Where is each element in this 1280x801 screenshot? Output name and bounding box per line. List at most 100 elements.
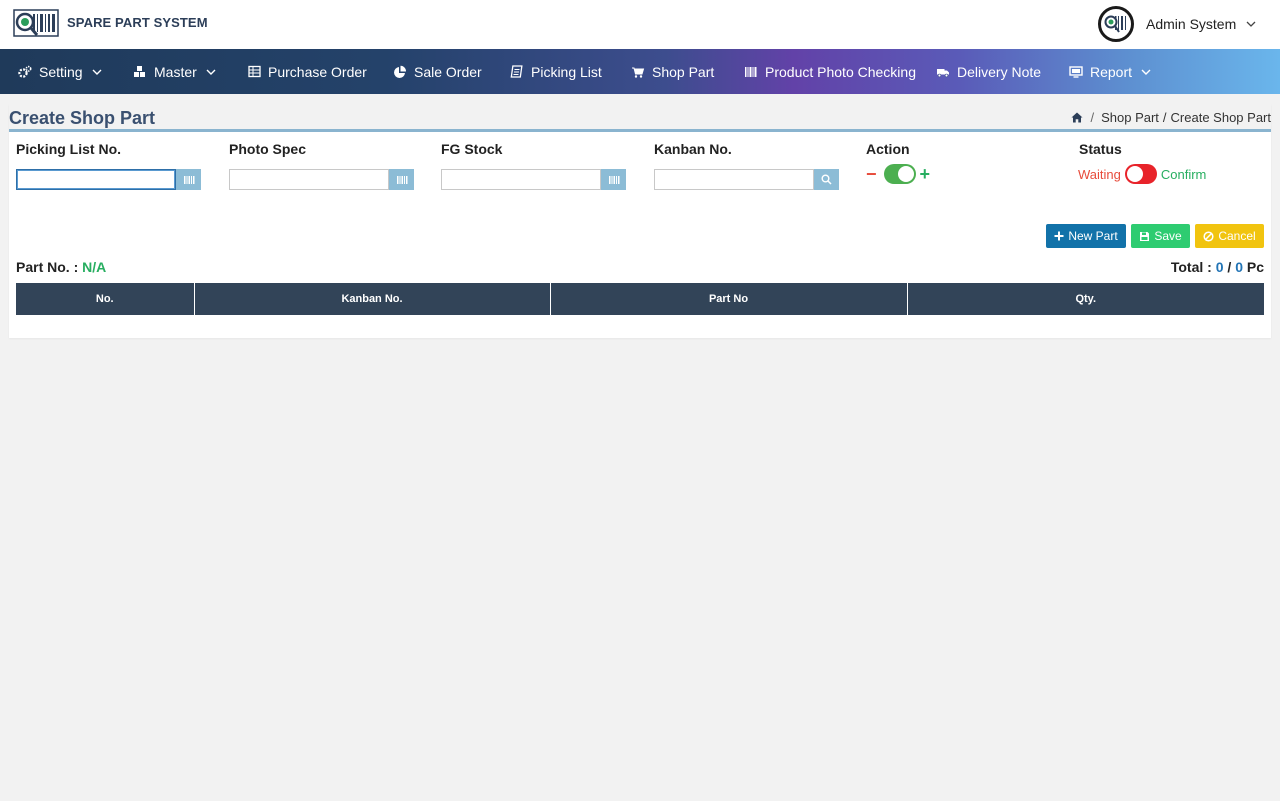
breadcrumb-separator: / — [1090, 110, 1095, 125]
breadcrumb-separator: / — [1162, 110, 1167, 125]
total-done-count: 0 — [1215, 259, 1224, 275]
new-part-button-label: New Part — [1068, 229, 1118, 243]
photo-spec-group — [229, 169, 414, 190]
user-name: Admin System — [1146, 16, 1237, 32]
barcode-icon — [396, 175, 407, 184]
nav-purchase-order[interactable]: Purchase Order — [248, 49, 367, 94]
barcode-icon — [183, 175, 194, 184]
user-menu[interactable]: Admin System — [1098, 6, 1256, 42]
status-switch[interactable] — [1124, 164, 1157, 184]
nav-report-label: Report — [1090, 63, 1133, 80]
cart-icon — [632, 67, 645, 78]
total-summary: Total : 0 / 0 Pc — [1171, 259, 1264, 275]
home-icon[interactable] — [1071, 112, 1083, 123]
nav-master[interactable]: Master — [133, 49, 216, 94]
fg-stock-label: FG Stock — [441, 141, 503, 157]
plus-icon — [1054, 231, 1064, 241]
barcode-icon — [608, 175, 619, 184]
action-switch[interactable] — [883, 164, 916, 184]
column-header-qty[interactable]: Qty. — [907, 283, 1264, 315]
picking-list-no-input[interactable] — [16, 169, 176, 190]
status-waiting-label: Waiting — [1078, 166, 1121, 182]
status-label: Status — [1079, 141, 1122, 157]
pie-chart-icon — [394, 65, 407, 78]
photo-spec-label: Photo Spec — [229, 141, 307, 157]
switch-knob — [897, 166, 914, 182]
cancel-button[interactable]: Cancel — [1195, 224, 1264, 248]
part-no-summary: Part No. : N/A — [16, 259, 106, 275]
save-button-label: Save — [1154, 229, 1182, 243]
nav-shop-part[interactable]: Shop Part — [631, 49, 714, 94]
kanban-no-group — [654, 169, 839, 190]
save-icon — [1140, 231, 1150, 241]
cubes-icon — [134, 65, 145, 77]
column-header-part-no[interactable]: Part No — [550, 283, 908, 315]
search-icon — [821, 174, 832, 185]
truck-icon — [937, 68, 949, 77]
app-brand-title: SPARE PART SYSTEM — [67, 15, 208, 30]
nav-sale-order[interactable]: Sale Order — [393, 49, 482, 94]
part-no-value: N/A — [82, 259, 107, 275]
action-plus-label: + — [919, 164, 931, 184]
nav-purchase-order-label: Purchase Order — [268, 63, 367, 80]
kanban-no-label: Kanban No. — [654, 141, 732, 157]
chevron-down-icon — [1246, 21, 1256, 27]
nav-setting-label: Setting — [39, 63, 83, 80]
monitor-icon — [1069, 65, 1083, 78]
nav-shop-part-label: Shop Part — [652, 63, 715, 80]
switch-knob — [1126, 166, 1143, 182]
nav-delivery-note-label: Delivery Note — [957, 63, 1042, 80]
barcode-icon — [745, 66, 757, 77]
barcode-scan-button[interactable] — [389, 169, 414, 190]
action-minus-label: − — [866, 164, 877, 184]
action-label: Action — [866, 141, 910, 157]
nav-sale-order-label: Sale Order — [414, 63, 482, 80]
nav-setting[interactable]: Setting — [18, 49, 102, 94]
gears-icon — [18, 65, 32, 78]
picking-list-no-group — [16, 169, 201, 190]
breadcrumb-shop-part[interactable]: Shop Part — [1101, 110, 1159, 125]
table-icon — [248, 65, 261, 78]
total-label: Total : — [1170, 259, 1212, 275]
fg-stock-group — [441, 169, 626, 190]
main-navbar: Setting Master Purchase Order Sale Order… — [0, 49, 1280, 94]
chevron-down-icon — [206, 69, 216, 75]
table-header-row: No. Kanban No. Part No Qty. — [16, 283, 1264, 315]
page-title: Create Shop Part — [9, 108, 156, 128]
barcode-scan-button[interactable] — [176, 169, 201, 190]
fg-stock-input[interactable] — [441, 169, 601, 190]
nav-delivery-note[interactable]: Delivery Note — [936, 49, 1041, 94]
top-header: SPARE PART SYSTEM Admin System — [0, 0, 1280, 49]
list-icon — [510, 64, 523, 78]
kanban-no-input[interactable] — [654, 169, 814, 190]
save-button[interactable]: Save — [1131, 224, 1190, 248]
column-header-no[interactable]: No. — [16, 283, 195, 315]
photo-spec-input[interactable] — [229, 169, 389, 190]
cancel-button-label: Cancel — [1218, 229, 1256, 243]
page-header: Create Shop Part / Shop Part / Create Sh… — [9, 104, 1271, 132]
nav-picking-list[interactable]: Picking List — [510, 49, 602, 94]
nav-product-photo-checking-label: Product Photo Checking — [765, 63, 916, 80]
breadcrumb: / Shop Part / Create Shop Part — [1071, 110, 1271, 125]
barcode-scan-button[interactable] — [601, 169, 626, 190]
avatar — [1098, 6, 1134, 42]
shop-part-table: No. Kanban No. Part No Qty. — [16, 283, 1264, 315]
nav-product-photo-checking[interactable]: Product Photo Checking — [744, 49, 916, 94]
create-shop-part-panel: Create Shop Part / Shop Part / Create Sh… — [9, 104, 1271, 338]
picking-list-no-label: Picking List No. — [16, 141, 122, 157]
total-unit: Pc — [1246, 259, 1264, 275]
app-logo[interactable] — [13, 8, 61, 40]
total-all-count: 0 — [1235, 259, 1243, 275]
nav-report[interactable]: Report — [1069, 49, 1151, 94]
column-header-kanban-no[interactable]: Kanban No. — [194, 283, 551, 315]
nav-master-label: Master — [154, 63, 197, 80]
new-part-button[interactable]: New Part — [1046, 224, 1126, 248]
total-separator: / — [1227, 259, 1232, 275]
chevron-down-icon — [1141, 69, 1151, 75]
status-toggle: Waiting Confirm — [1078, 162, 1206, 186]
chevron-down-icon — [92, 69, 102, 75]
nav-picking-list-label: Picking List — [531, 63, 602, 80]
part-no-label: Part No. : — [16, 259, 79, 275]
action-toggle: − + — [866, 162, 930, 186]
search-button[interactable] — [814, 169, 839, 190]
